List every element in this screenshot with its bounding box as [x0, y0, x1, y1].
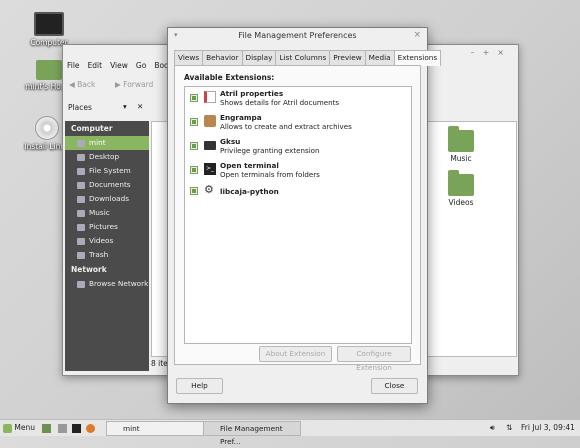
extension-row[interactable]: Engrampa Allows to create and extract ar… — [185, 111, 411, 135]
taskbar-window-preferences[interactable]: File Management Pref... — [203, 421, 301, 446]
clock[interactable]: Fri Jul 3, 09:41 — [521, 422, 575, 434]
extension-checkbox[interactable] — [190, 118, 198, 126]
volume-icon[interactable]: 🔊︎ — [490, 422, 495, 434]
taskbar-window-mint[interactable]: mint — [106, 421, 204, 436]
tab-bar: Views Behavior Display List Columns Prev… — [174, 50, 442, 66]
mint-logo-icon — [3, 423, 12, 433]
firefox-launcher-icon[interactable] — [86, 422, 95, 434]
sidebar-item-desktop[interactable]: Desktop — [65, 150, 149, 164]
desktop-icon-computer[interactable]: Computer — [14, 12, 84, 47]
tab-media[interactable]: Media — [364, 50, 395, 65]
extension-checkbox[interactable] — [190, 142, 198, 150]
sidebar-header-network: Network — [71, 265, 107, 274]
extension-row[interactable]: >_ Open terminal Open terminals from fol… — [185, 159, 411, 183]
help-button[interactable]: Help — [176, 378, 223, 394]
folder-music[interactable]: Music — [441, 126, 481, 163]
close-icon[interactable]: × — [413, 30, 421, 40]
terminal-icon: >_ — [204, 163, 216, 175]
computer-icon — [34, 12, 64, 36]
network-icon[interactable]: ⇅ — [506, 422, 512, 434]
desktop-icon — [77, 153, 85, 161]
extension-checkbox[interactable] — [190, 94, 198, 102]
dropdown-icon[interactable]: ▾ — [123, 102, 127, 111]
menu-go[interactable]: Go — [132, 59, 150, 72]
places-sidebar: Computer mint Desktop File System Docume… — [65, 121, 149, 371]
terminal-launcher-icon[interactable] — [72, 422, 81, 434]
window-controls: –+× — [470, 48, 512, 57]
sidebar-item-browse-network[interactable]: Browse Network — [65, 277, 149, 291]
home-icon — [77, 139, 85, 147]
sidebar-item-documents[interactable]: Documents — [65, 178, 149, 192]
close-icon[interactable]: ✕ — [137, 102, 143, 111]
menu-view[interactable]: View — [106, 59, 132, 72]
back-button[interactable]: ◀ Back — [69, 80, 95, 89]
forward-button[interactable]: ▶ Forward — [115, 80, 153, 89]
folder-icon — [77, 195, 85, 203]
dialog-title: File Management Preferences — [238, 31, 357, 40]
tab-display[interactable]: Display — [241, 50, 277, 65]
videos-folder-icon — [448, 170, 474, 196]
menu-file[interactable]: File — [63, 59, 84, 72]
monitor-icon — [204, 141, 216, 150]
music-folder-icon — [448, 126, 474, 152]
menu-button[interactable]: Menu — [3, 422, 35, 434]
sidebar-item-mint[interactable]: mint — [65, 136, 149, 150]
sidebar-header-computer: Computer — [71, 124, 113, 133]
gear-icon: ⚙ — [204, 183, 214, 196]
drive-icon — [77, 167, 85, 175]
sidebar-item-downloads[interactable]: Downloads — [65, 192, 149, 206]
network-icon — [77, 280, 85, 288]
files-launcher-icon[interactable] — [58, 422, 67, 434]
tab-preview[interactable]: Preview — [329, 50, 366, 65]
preferences-dialog: ▾ File Management Preferences × Views Be… — [167, 27, 442, 404]
tab-views[interactable]: Views — [174, 50, 204, 65]
trash-icon — [77, 251, 85, 259]
sidebar-item-pictures[interactable]: Pictures — [65, 220, 149, 234]
places-header[interactable]: Places ▾ ✕ — [65, 101, 149, 115]
about-extension-button[interactable]: About Extension — [259, 346, 332, 362]
tab-behavior[interactable]: Behavior — [202, 50, 243, 65]
configure-extension-button[interactable]: Configure Extension — [337, 346, 411, 372]
extension-row[interactable]: ⚙ libcaja-python — [185, 183, 411, 199]
extensions-list[interactable]: Atril properties Shows details for Atril… — [184, 86, 412, 344]
sidebar-item-videos[interactable]: Videos — [65, 234, 149, 248]
extension-checkbox[interactable] — [190, 166, 198, 174]
extensions-panel: Available Extensions: Atril properties S… — [174, 65, 421, 372]
folder-icon — [77, 209, 85, 217]
sidebar-item-music[interactable]: Music — [65, 206, 149, 220]
status-bar: 8 ite — [151, 359, 168, 368]
extension-row[interactable]: Gksu Privilege granting extension — [185, 135, 411, 159]
extension-row[interactable]: Atril properties Shows details for Atril… — [185, 87, 411, 111]
disc-icon — [35, 116, 59, 140]
section-title: Available Extensions: — [184, 73, 275, 82]
tab-extensions[interactable]: Extensions — [393, 50, 442, 66]
sidebar-item-trash[interactable]: Trash — [65, 248, 149, 262]
folder-videos[interactable]: Videos — [441, 170, 481, 207]
home-folder-icon — [36, 60, 62, 80]
taskbar: Menu mint File Management Pref... 🔊︎ ⇅ F… — [0, 419, 580, 446]
extension-checkbox[interactable] — [190, 187, 198, 195]
archive-icon — [204, 115, 216, 127]
folder-icon — [77, 181, 85, 189]
menu-edit[interactable]: Edit — [84, 59, 107, 72]
document-icon — [204, 91, 216, 103]
tab-list-columns[interactable]: List Columns — [275, 50, 331, 65]
show-desktop-icon[interactable] — [42, 422, 51, 434]
folder-icon — [77, 223, 85, 231]
folder-icon — [77, 237, 85, 245]
close-button[interactable]: Close — [371, 378, 418, 394]
sidebar-item-filesystem[interactable]: File System — [65, 164, 149, 178]
